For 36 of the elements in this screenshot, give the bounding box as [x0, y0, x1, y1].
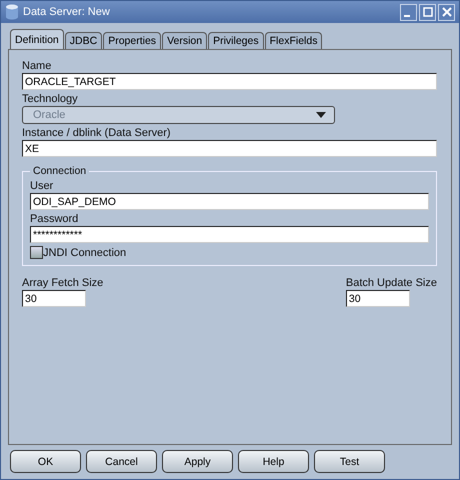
- array-fetch-size-field[interactable]: 30: [22, 290, 86, 307]
- user-field[interactable]: ODI_SAP_DEMO: [30, 193, 429, 210]
- field-label: Name: [22, 60, 52, 73]
- checkbox-label: JNDI Connection: [43, 246, 126, 258]
- dialog-button[interactable]: Cancel: [86, 450, 157, 473]
- maximize-icon: [422, 7, 432, 17]
- field-label: Batch Update Size: [346, 277, 437, 290]
- minimize-icon: [404, 15, 410, 17]
- caret-icon: [316, 112, 326, 118]
- dialog-button[interactable]: Apply: [162, 450, 233, 473]
- close-icon: [442, 7, 452, 17]
- maximize-button[interactable]: [419, 4, 436, 20]
- minimize-button[interactable]: [400, 4, 417, 20]
- field-label: Password: [30, 213, 78, 226]
- name-field[interactable]: ORACLE_TARGET: [22, 73, 437, 90]
- group-title: Connection: [32, 165, 88, 177]
- field-label: Instance / dblink (Data Server): [22, 127, 171, 140]
- close-button[interactable]: [438, 4, 455, 20]
- field-label: User: [30, 180, 54, 193]
- batch-update-size-field[interactable]: 30: [346, 290, 410, 307]
- database-icon: [5, 4, 19, 20]
- dialog-button[interactable]: Test: [314, 450, 385, 473]
- field-label: Array Fetch Size: [22, 277, 104, 290]
- password-field[interactable]: ************: [30, 226, 429, 243]
- field-label: Technology: [22, 93, 78, 106]
- tab[interactable]: Properties: [103, 32, 162, 49]
- tab[interactable]: Version: [162, 32, 208, 49]
- dialog-button[interactable]: Help: [238, 450, 309, 473]
- checkbox[interactable]: [30, 246, 43, 259]
- dialog-button[interactable]: OK: [10, 450, 81, 473]
- window-title: Data Server: New: [23, 6, 111, 18]
- instance-field[interactable]: XE: [22, 140, 437, 157]
- tab[interactable]: FlexFields: [264, 32, 322, 49]
- tab[interactable]: Definition: [10, 29, 64, 49]
- tab[interactable]: Privileges: [208, 32, 264, 49]
- tab[interactable]: JDBC: [64, 32, 102, 49]
